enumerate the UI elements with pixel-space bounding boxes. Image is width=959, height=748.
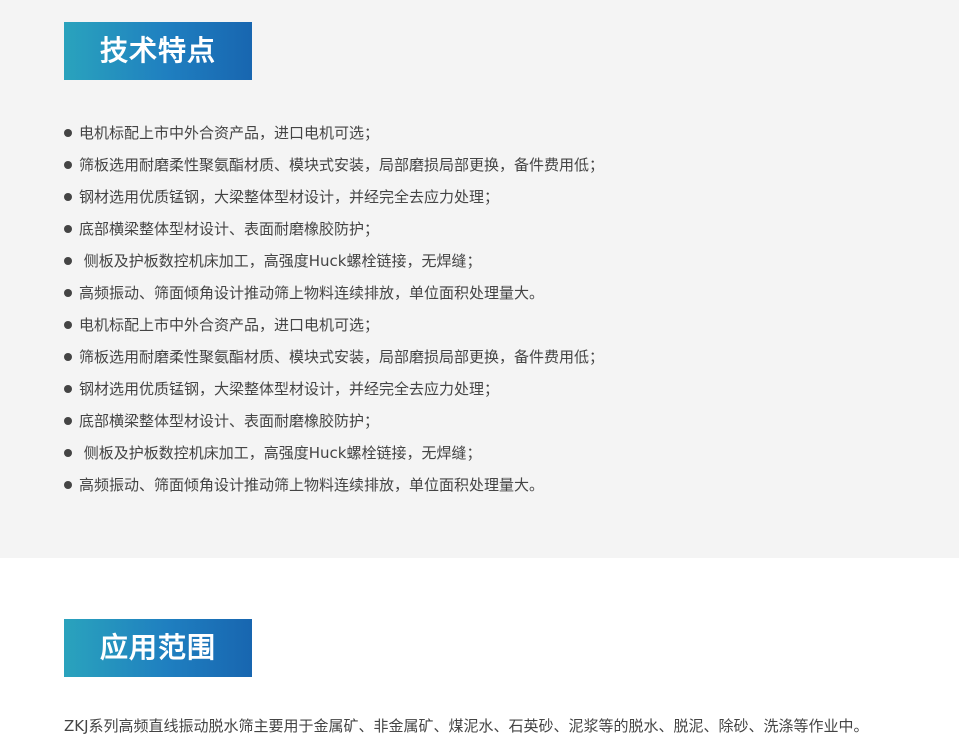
feature-item: 侧板及护板数控机床加工，高强度Huck螺栓链接，无焊缝； <box>64 245 604 277</box>
feature-text: 侧板及护板数控机床加工，高强度Huck螺栓链接，无焊缝； <box>79 444 482 462</box>
feature-text: 侧板及护板数控机床加工，高强度Huck螺栓链接，无焊缝； <box>79 252 482 270</box>
feature-item: 筛板选用耐磨柔性聚氨酯材质、模块式安装，局部磨损局部更换，备件费用低； <box>64 149 604 181</box>
feature-item: 电机标配上市中外合资产品，进口电机可选； <box>64 309 604 341</box>
bullet-icon <box>64 129 72 137</box>
feature-text: 底部横梁整体型材设计、表面耐磨橡胶防护； <box>79 412 380 430</box>
applications-title: 应用范围 <box>64 619 252 677</box>
feature-list: 电机标配上市中外合资产品，进口电机可选； 筛板选用耐磨柔性聚氨酯材质、模块式安装，… <box>64 117 604 501</box>
feature-text: 筛板选用耐磨柔性聚氨酯材质、模块式安装，局部磨损局部更换，备件费用低； <box>79 348 605 366</box>
feature-item: 钢材选用优质锰钢，大梁整体型材设计，并经完全去应力处理； <box>64 181 604 213</box>
features-section: 技术特点 电机标配上市中外合资产品，进口电机可选； 筛板选用耐磨柔性聚氨酯材质、模… <box>0 0 959 558</box>
bullet-icon <box>64 289 72 297</box>
feature-item: 电机标配上市中外合资产品，进口电机可选； <box>64 117 604 149</box>
bullet-icon <box>64 225 72 233</box>
feature-text: 电机标配上市中外合资产品，进口电机可选； <box>79 124 380 142</box>
feature-text: 电机标配上市中外合资产品，进口电机可选； <box>79 316 380 334</box>
bullet-icon <box>64 193 72 201</box>
feature-text: 高频振动、筛面倾角设计推动筛上物料连续排放，单位面积处理量大。 <box>79 284 545 302</box>
feature-item: 底部横梁整体型材设计、表面耐磨橡胶防护； <box>64 405 604 437</box>
feature-item: 高频振动、筛面倾角设计推动筛上物料连续排放，单位面积处理量大。 <box>64 277 604 309</box>
bullet-icon <box>64 353 72 361</box>
bullet-icon <box>64 257 72 265</box>
bullet-icon <box>64 321 72 329</box>
bullet-icon <box>64 481 72 489</box>
feature-item: 筛板选用耐磨柔性聚氨酯材质、模块式安装，局部磨损局部更换，备件费用低； <box>64 341 604 373</box>
bullet-icon <box>64 449 72 457</box>
feature-text: 底部横梁整体型材设计、表面耐磨橡胶防护； <box>79 220 380 238</box>
feature-item: 钢材选用优质锰钢，大梁整体型材设计，并经完全去应力处理； <box>64 373 604 405</box>
bullet-icon <box>64 161 72 169</box>
feature-text: 钢材选用优质锰钢，大梁整体型材设计，并经完全去应力处理； <box>79 188 500 206</box>
feature-text: 钢材选用优质锰钢，大梁整体型材设计，并经完全去应力处理； <box>79 380 500 398</box>
feature-item: 侧板及护板数控机床加工，高强度Huck螺栓链接，无焊缝； <box>64 437 604 469</box>
bullet-icon <box>64 385 72 393</box>
feature-text: 筛板选用耐磨柔性聚氨酯材质、模块式安装，局部磨损局部更换，备件费用低； <box>79 156 605 174</box>
applications-text: ZKJ系列高频直线振动脱水筛主要用于金属矿、非金属矿、煤泥水、石英砂、泥浆等的脱… <box>64 717 869 735</box>
feature-text: 高频振动、筛面倾角设计推动筛上物料连续排放，单位面积处理量大。 <box>79 476 545 494</box>
feature-item: 高频振动、筛面倾角设计推动筛上物料连续排放，单位面积处理量大。 <box>64 469 604 501</box>
features-title: 技术特点 <box>64 22 252 80</box>
feature-item: 底部横梁整体型材设计、表面耐磨橡胶防护； <box>64 213 604 245</box>
bullet-icon <box>64 417 72 425</box>
